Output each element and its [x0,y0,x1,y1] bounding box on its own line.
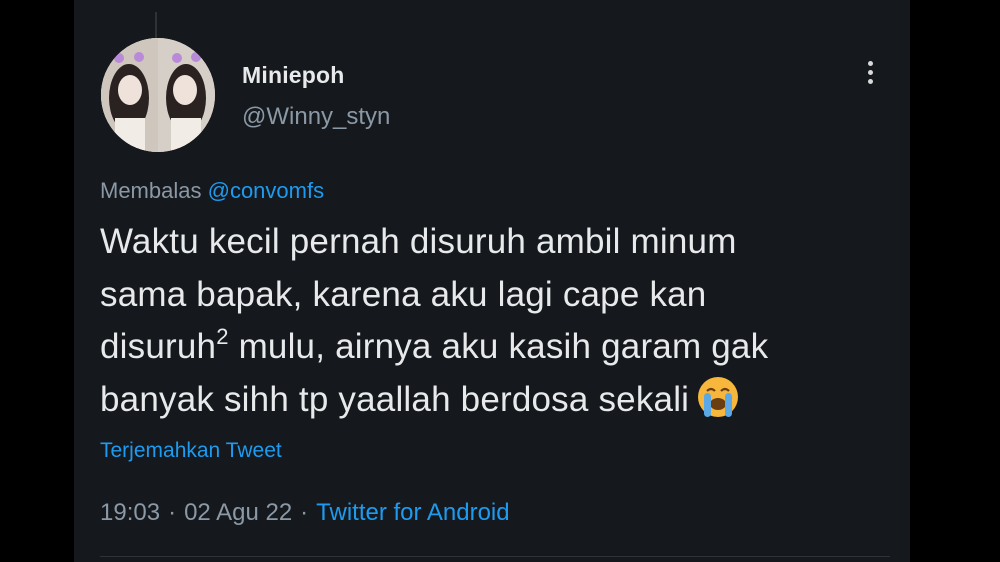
more-dot [867,78,873,84]
display-name[interactable]: Miniepoh [242,62,345,89]
meta-separator: · [300,499,309,526]
tweet-date[interactable]: 02 Agu 22 [184,499,292,526]
reply-mention-link[interactable]: @convomfs [208,178,324,203]
divider [100,556,890,557]
tweet-source-link[interactable]: Twitter for Android [316,499,509,526]
tweet-text-segment: mulu, airnya aku kasih garam gak [228,327,769,366]
avatar[interactable] [101,38,215,152]
tweet-text-line: disuruh2 mulu, airnya aku kasih garam ga… [100,321,890,374]
tweet-text-line: banyak sihh tp yaallah berdosa sekali [100,374,890,427]
tweet-text-segment: banyak sihh tp yaallah berdosa sekali [100,379,690,419]
tweet-text-segment: disuruh [100,327,217,366]
user-handle[interactable]: @Winny_styn [242,103,390,131]
tweet-text-line: Waktu kecil pernah disuruh ambil minum [100,222,737,261]
thread-connector-line [155,12,157,38]
more-dot [867,60,873,66]
reply-prefix: Membalas [100,178,202,203]
loudly-crying-face-icon [698,376,739,417]
superscript-two: 2 [216,324,229,349]
tweet-text-line: sama bapak, karena aku lagi cape kan [100,274,707,314]
more-dot [867,69,873,75]
more-options-icon[interactable] [858,56,882,88]
reply-context: Membalas @convomfs [100,178,324,204]
tweet-metadata: 19:03 · 02 Agu 22 · Twitter for Android [100,499,510,527]
meta-separator: · [168,499,177,526]
tweet-time[interactable]: 19:03 [100,499,160,526]
translate-tweet-link[interactable]: Terjemahkan Tweet [100,439,282,463]
tweet-text: Waktu kecil pernah disuruh ambil minum s… [100,216,890,426]
